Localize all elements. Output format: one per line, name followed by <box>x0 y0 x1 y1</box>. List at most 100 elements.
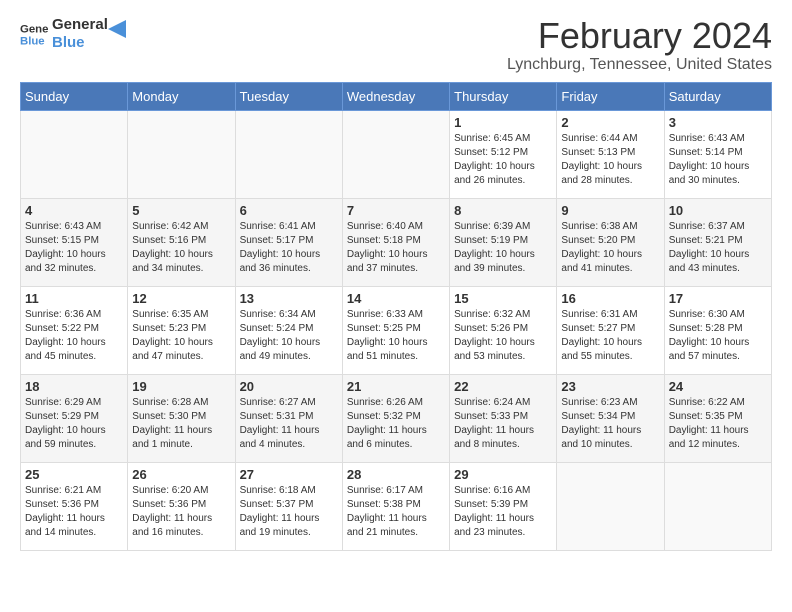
logo: General Blue General Blue <box>20 16 130 52</box>
calendar-week-row: 11 Sunrise: 6:36 AMSunset: 5:22 PMDayligh… <box>21 286 772 374</box>
day-info: Sunrise: 6:26 AMSunset: 5:32 PMDaylight:… <box>347 396 445 452</box>
day-number: 25 <box>25 467 123 482</box>
table-row: 6 Sunrise: 6:41 AMSunset: 5:17 PMDaylight… <box>235 198 342 286</box>
day-number: 3 <box>669 115 767 130</box>
day-number: 28 <box>347 467 445 482</box>
day-number: 20 <box>240 379 338 394</box>
day-number: 21 <box>347 379 445 394</box>
day-info: Sunrise: 6:24 AMSunset: 5:33 PMDaylight:… <box>454 396 552 452</box>
table-row: 12 Sunrise: 6:35 AMSunset: 5:23 PMDayligh… <box>128 286 235 374</box>
table-row: 11 Sunrise: 6:36 AMSunset: 5:22 PMDayligh… <box>21 286 128 374</box>
day-info: Sunrise: 6:38 AMSunset: 5:20 PMDaylight:… <box>561 220 659 276</box>
table-row <box>557 462 664 550</box>
day-number: 7 <box>347 203 445 218</box>
calendar-week-row: 18Sunrise: 6:29 AMSunset: 5:29 PMDayligh… <box>21 374 772 462</box>
day-number: 11 <box>25 291 123 306</box>
table-row: 20 Sunrise: 6:27 AMSunset: 5:31 PMDayligh… <box>235 374 342 462</box>
day-number: 12 <box>132 291 230 306</box>
day-info: Sunrise: 6:42 AMSunset: 5:16 PMDaylight:… <box>132 220 230 276</box>
table-row: 16Sunrise: 6:31 AMSunset: 5:27 PMDayligh… <box>557 286 664 374</box>
table-row: 21 Sunrise: 6:26 AMSunset: 5:32 PMDayligh… <box>342 374 449 462</box>
day-info: Sunrise: 6:39 AMSunset: 5:19 PMDaylight:… <box>454 220 552 276</box>
table-row: 10Sunrise: 6:37 AMSunset: 5:21 PMDayligh… <box>664 198 771 286</box>
table-row: 24 Sunrise: 6:22 AMSunset: 5:35 PMDayligh… <box>664 374 771 462</box>
day-info: Sunrise: 6:44 AMSunset: 5:13 PMDaylight:… <box>561 132 659 188</box>
table-row <box>235 110 342 198</box>
day-number: 24 <box>669 379 767 394</box>
day-info: Sunrise: 6:22 AMSunset: 5:35 PMDaylight:… <box>669 396 767 452</box>
col-sunday: Sunday <box>21 82 128 110</box>
day-info: Sunrise: 6:35 AMSunset: 5:23 PMDaylight:… <box>132 308 230 364</box>
table-row: 19 Sunrise: 6:28 AMSunset: 5:30 PMDayligh… <box>128 374 235 462</box>
day-number: 18 <box>25 379 123 394</box>
col-monday: Monday <box>128 82 235 110</box>
table-row: 4 Sunrise: 6:43 AMSunset: 5:15 PMDaylight… <box>21 198 128 286</box>
page-header: General Blue General Blue February 2024 … <box>20 16 772 74</box>
logo-text-blue: Blue <box>52 34 108 52</box>
table-row <box>128 110 235 198</box>
col-tuesday: Tuesday <box>235 82 342 110</box>
day-number: 15 <box>454 291 552 306</box>
table-row: 22Sunrise: 6:24 AMSunset: 5:33 PMDayligh… <box>450 374 557 462</box>
day-number: 23 <box>561 379 659 394</box>
calendar-header: Sunday Monday Tuesday Wednesday Thursday… <box>21 82 772 110</box>
table-row: 17 Sunrise: 6:30 AMSunset: 5:28 PMDayligh… <box>664 286 771 374</box>
calendar-week-row: 4 Sunrise: 6:43 AMSunset: 5:15 PMDaylight… <box>21 198 772 286</box>
day-number: 19 <box>132 379 230 394</box>
day-info: Sunrise: 6:33 AMSunset: 5:25 PMDaylight:… <box>347 308 445 364</box>
day-number: 9 <box>561 203 659 218</box>
day-info: Sunrise: 6:20 AMSunset: 5:36 PMDaylight:… <box>132 484 230 540</box>
subtitle: Lynchburg, Tennessee, United States <box>507 56 772 74</box>
day-number: 26 <box>132 467 230 482</box>
table-row: 14 Sunrise: 6:33 AMSunset: 5:25 PMDayligh… <box>342 286 449 374</box>
table-row <box>664 462 771 550</box>
logo-arrow-icon <box>108 18 130 40</box>
day-number: 14 <box>347 291 445 306</box>
table-row: 15 Sunrise: 6:32 AMSunset: 5:26 PMDayligh… <box>450 286 557 374</box>
day-info: Sunrise: 6:32 AMSunset: 5:26 PMDaylight:… <box>454 308 552 364</box>
table-row: 8Sunrise: 6:39 AMSunset: 5:19 PMDaylight… <box>450 198 557 286</box>
day-info: Sunrise: 6:21 AMSunset: 5:36 PMDaylight:… <box>25 484 123 540</box>
day-number: 2 <box>561 115 659 130</box>
table-row: 1Sunrise: 6:45 AMSunset: 5:12 PMDaylight… <box>450 110 557 198</box>
header-row: Sunday Monday Tuesday Wednesday Thursday… <box>21 82 772 110</box>
table-row: 28Sunrise: 6:17 AMSunset: 5:38 PMDayligh… <box>342 462 449 550</box>
logo-text-general: General <box>52 16 108 34</box>
table-row: 13Sunrise: 6:34 AMSunset: 5:24 PMDayligh… <box>235 286 342 374</box>
day-info: Sunrise: 6:27 AMSunset: 5:31 PMDaylight:… <box>240 396 338 452</box>
day-info: Sunrise: 6:30 AMSunset: 5:28 PMDaylight:… <box>669 308 767 364</box>
calendar-body: 1Sunrise: 6:45 AMSunset: 5:12 PMDaylight… <box>21 110 772 550</box>
main-title: February 2024 <box>507 16 772 56</box>
calendar-week-row: 25 Sunrise: 6:21 AMSunset: 5:36 PMDayligh… <box>21 462 772 550</box>
day-number: 1 <box>454 115 552 130</box>
day-number: 4 <box>25 203 123 218</box>
day-info: Sunrise: 6:23 AMSunset: 5:34 PMDaylight:… <box>561 396 659 452</box>
day-info: Sunrise: 6:34 AMSunset: 5:24 PMDaylight:… <box>240 308 338 364</box>
svg-text:General: General <box>20 23 48 35</box>
col-wednesday: Wednesday <box>342 82 449 110</box>
col-saturday: Saturday <box>664 82 771 110</box>
calendar-week-row: 1Sunrise: 6:45 AMSunset: 5:12 PMDaylight… <box>21 110 772 198</box>
table-row: 27Sunrise: 6:18 AMSunset: 5:37 PMDayligh… <box>235 462 342 550</box>
table-row: 5Sunrise: 6:42 AMSunset: 5:16 PMDaylight… <box>128 198 235 286</box>
day-number: 6 <box>240 203 338 218</box>
table-row: 23 Sunrise: 6:23 AMSunset: 5:34 PMDayligh… <box>557 374 664 462</box>
table-row: 25 Sunrise: 6:21 AMSunset: 5:36 PMDayligh… <box>21 462 128 550</box>
table-row: 29Sunrise: 6:16 AMSunset: 5:39 PMDayligh… <box>450 462 557 550</box>
title-block: February 2024 Lynchburg, Tennessee, Unit… <box>507 16 772 74</box>
day-info: Sunrise: 6:37 AMSunset: 5:21 PMDaylight:… <box>669 220 767 276</box>
day-info: Sunrise: 6:41 AMSunset: 5:17 PMDaylight:… <box>240 220 338 276</box>
table-row: 9 Sunrise: 6:38 AMSunset: 5:20 PMDaylight… <box>557 198 664 286</box>
table-row: 7 Sunrise: 6:40 AMSunset: 5:18 PMDaylight… <box>342 198 449 286</box>
day-info: Sunrise: 6:40 AMSunset: 5:18 PMDaylight:… <box>347 220 445 276</box>
day-number: 29 <box>454 467 552 482</box>
logo-icon: General Blue <box>20 20 48 48</box>
day-info: Sunrise: 6:31 AMSunset: 5:27 PMDaylight:… <box>561 308 659 364</box>
day-info: Sunrise: 6:36 AMSunset: 5:22 PMDaylight:… <box>25 308 123 364</box>
day-number: 17 <box>669 291 767 306</box>
day-info: Sunrise: 6:28 AMSunset: 5:30 PMDaylight:… <box>132 396 230 452</box>
table-row: 26 Sunrise: 6:20 AMSunset: 5:36 PMDayligh… <box>128 462 235 550</box>
day-info: Sunrise: 6:43 AMSunset: 5:15 PMDaylight:… <box>25 220 123 276</box>
table-row <box>21 110 128 198</box>
col-thursday: Thursday <box>450 82 557 110</box>
